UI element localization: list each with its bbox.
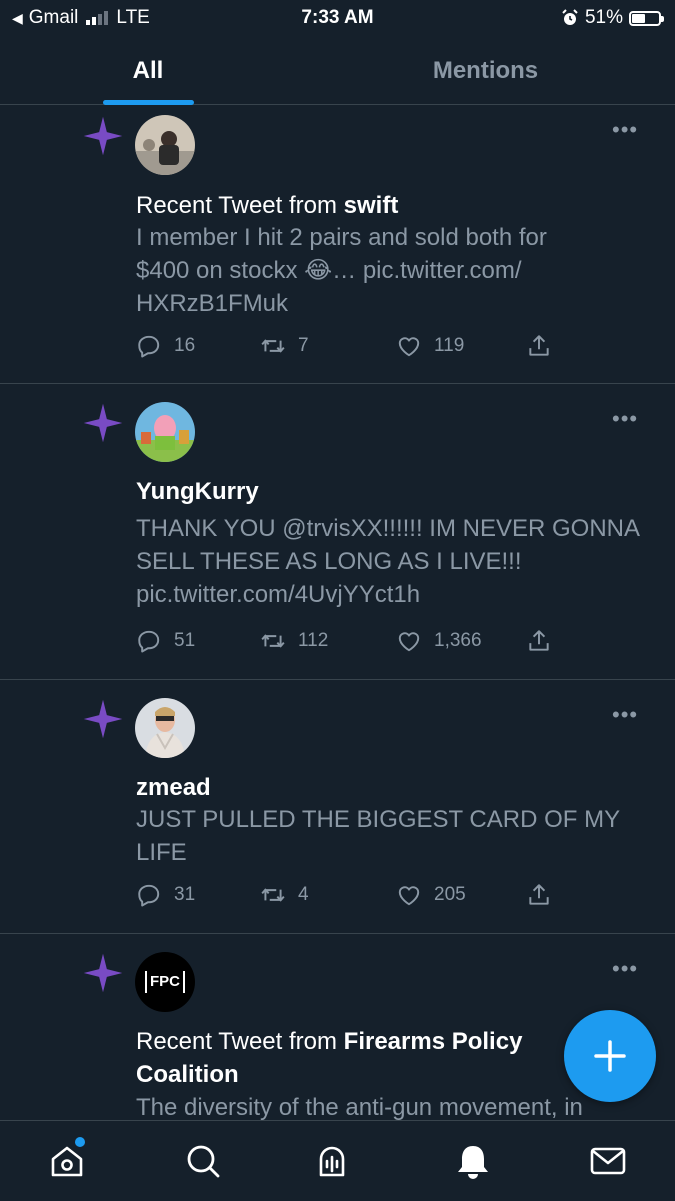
user-name[interactable]: zmead — [136, 774, 211, 801]
notification-heading: Recent Tweet from swift — [136, 189, 586, 222]
nav-messages[interactable] — [588, 1141, 628, 1181]
mail-icon — [590, 1147, 626, 1175]
home-icon — [51, 1146, 83, 1177]
reply-button[interactable]: 16 — [136, 333, 195, 359]
retweet-count: 7 — [298, 335, 309, 356]
avatar[interactable] — [135, 115, 195, 175]
tweet-actions: 31 4 205 — [136, 882, 566, 912]
retweet-button[interactable]: 4 — [260, 882, 309, 908]
reply-count: 16 — [174, 335, 196, 356]
share-button[interactable] — [526, 333, 552, 359]
tweet-text[interactable]: The diversity of the anti-gun movement, … — [136, 1091, 656, 1120]
reply-count: 31 — [174, 884, 196, 905]
more-options-icon[interactable]: ••• — [612, 119, 638, 141]
battery-icon — [629, 10, 664, 26]
heart-icon — [398, 632, 420, 652]
battery-percent: 51% — [584, 7, 623, 28]
tweet-text[interactable]: I member I hit 2 pairs and sold both for… — [136, 221, 596, 320]
bell-icon — [458, 1146, 488, 1179]
retweet-count: 4 — [298, 884, 309, 905]
share-icon — [529, 884, 549, 905]
heading-prefix: Recent Tweet from — [136, 1028, 344, 1055]
share-icon — [529, 630, 549, 651]
nav-search[interactable] — [183, 1141, 223, 1181]
tweet-text[interactable]: THANK YOU @trvisXX!!!!!! IM NEVER GONNA … — [136, 512, 646, 611]
avatar[interactable] — [135, 402, 195, 462]
spaces-icon — [319, 1146, 345, 1177]
like-count: 1,366 — [434, 630, 482, 651]
avatar-logo-text: FPC — [145, 971, 185, 993]
tab-mentions-label: Mentions — [432, 57, 539, 84]
home-unread-dot — [75, 1137, 85, 1147]
like-count: 205 — [434, 884, 466, 905]
heart-icon — [398, 886, 420, 906]
like-button[interactable]: 205 — [396, 882, 466, 908]
alarm-icon — [562, 9, 578, 25]
retweet-button[interactable]: 112 — [260, 628, 328, 654]
notification-heading: YungKurry — [136, 475, 586, 508]
nav-spaces[interactable] — [312, 1141, 352, 1181]
notification-heading: Recent Tweet from Firearms Policy Coalit… — [136, 1025, 576, 1091]
notification-item[interactable]: ••• Recent Tweet from swift I member I h… — [0, 105, 675, 384]
avatar[interactable] — [135, 698, 195, 758]
notification-item[interactable]: ••• zmead JUST PULLED THE BIGGEST CARD O… — [0, 680, 675, 934]
sparkle-icon — [83, 403, 123, 443]
user-name[interactable]: YungKurry — [136, 478, 259, 505]
tweet-text[interactable]: JUST PULLED THE BIGGEST CARD OF MY LIFE — [136, 803, 646, 869]
tab-all-label: All — [132, 57, 164, 84]
like-button[interactable]: 1,366 — [396, 628, 482, 654]
avatar[interactable]: FPC — [135, 952, 195, 1012]
sparkle-icon — [83, 116, 123, 156]
share-button[interactable] — [526, 882, 552, 908]
compose-tweet-button[interactable] — [564, 1010, 656, 1102]
heart-icon — [398, 337, 420, 357]
reply-icon — [138, 884, 160, 907]
share-icon — [529, 335, 549, 356]
reply-button[interactable]: 31 — [136, 882, 195, 908]
retweet-icon — [261, 888, 285, 902]
tab-mentions[interactable]: Mentions — [296, 38, 675, 104]
nav-notifications[interactable] — [453, 1141, 493, 1181]
notification-item[interactable]: ••• YungKurry THANK YOU @trvisXX!!!!!! I… — [0, 384, 675, 680]
more-options-icon[interactable]: ••• — [612, 958, 638, 980]
status-right: 51% — [561, 7, 664, 29]
tweet-actions: 16 7 119 — [136, 333, 566, 363]
reply-button[interactable]: 51 — [136, 628, 195, 654]
nav-home[interactable] — [47, 1137, 87, 1181]
retweet-button[interactable]: 7 — [260, 333, 309, 359]
reply-icon — [138, 335, 160, 358]
search-icon — [187, 1145, 220, 1178]
retweet-icon — [261, 339, 285, 353]
share-button[interactable] — [526, 628, 552, 654]
reply-icon — [138, 630, 160, 653]
retweet-icon — [261, 634, 285, 648]
reply-count: 51 — [174, 630, 196, 651]
like-button[interactable]: 119 — [396, 333, 464, 359]
tab-all[interactable]: All — [0, 38, 296, 104]
status-bar: ◀ Gmail LTE 7:33 AM 51% — [0, 0, 675, 36]
bottom-navigation — [0, 1120, 675, 1201]
notification-tabs: All Mentions — [0, 38, 675, 105]
notification-heading: zmead — [136, 771, 586, 804]
retweet-count: 112 — [298, 630, 329, 651]
more-options-icon[interactable]: ••• — [612, 408, 638, 430]
tweet-actions: 51 112 1,366 — [136, 628, 566, 658]
sparkle-icon — [83, 699, 123, 739]
more-options-icon[interactable]: ••• — [612, 704, 638, 726]
like-count: 119 — [434, 335, 465, 356]
sparkle-icon — [83, 953, 123, 993]
heading-prefix: Recent Tweet from — [136, 192, 344, 219]
user-name[interactable]: swift — [344, 192, 399, 219]
plus-icon — [594, 1040, 626, 1072]
